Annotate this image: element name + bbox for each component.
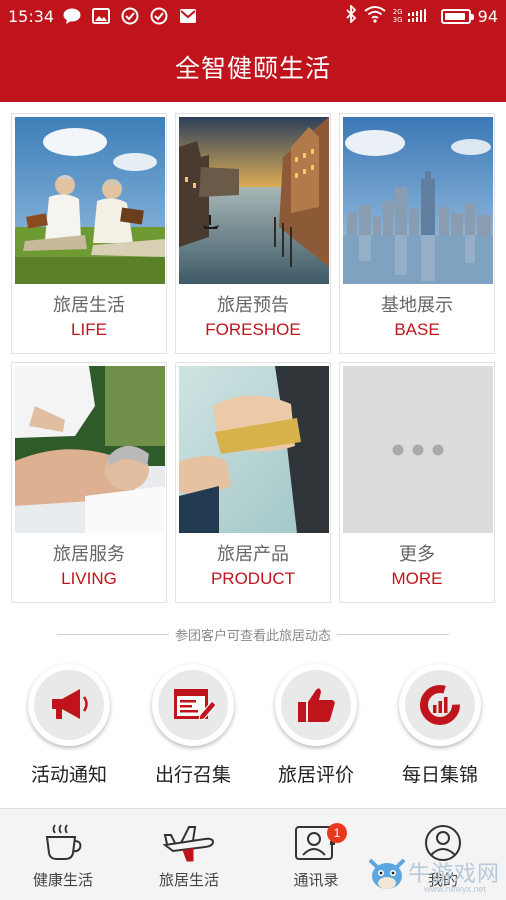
thumbs-up-icon <box>281 670 351 740</box>
foreshoe-image <box>179 117 329 284</box>
card-subtitle: LIFE <box>71 320 107 339</box>
airplane-icon <box>126 821 252 865</box>
card-title: 更多 <box>399 544 435 565</box>
card-subtitle: FORESHOE <box>205 320 301 339</box>
feature-circle <box>152 664 234 746</box>
feature-circle <box>28 664 110 746</box>
life-image <box>15 117 165 284</box>
feature-circle <box>275 664 357 746</box>
battery-icon <box>440 8 474 24</box>
tab-label: 健康生活 <box>32 871 93 889</box>
card-title: 旅居预告 <box>217 295 289 316</box>
page-title: 全智健颐生活 <box>174 54 331 83</box>
card-foreshoe[interactable]: 旅居预告 FORESHOE <box>175 113 331 354</box>
coffee-cup-icon <box>0 821 126 865</box>
more-placeholder <box>343 366 493 533</box>
divider-line <box>337 633 449 635</box>
feature-label: 出行召集 <box>154 764 231 786</box>
signal-icon: 2G 3G <box>393 8 434 24</box>
watermark-url: www.newyx.net <box>424 884 487 894</box>
tab-label: 旅居生活 <box>158 871 219 889</box>
mail-icon <box>178 7 198 25</box>
feature-label: 活动通知 <box>30 764 107 786</box>
card-subtitle: LIVING <box>61 569 117 588</box>
card-title: 旅居生活 <box>53 295 125 316</box>
card-title: 旅居产品 <box>217 544 289 565</box>
feature-label: 每日集锦 <box>401 764 478 786</box>
card-title: 旅居服务 <box>53 544 125 565</box>
chart-donut-icon <box>405 670 475 740</box>
card-life[interactable]: 旅居生活 LIFE <box>11 113 167 354</box>
megaphone-icon <box>34 670 104 740</box>
image-notification-icon <box>91 7 111 25</box>
tab-label: 通讯录 <box>293 871 339 889</box>
card-subtitle: PRODUCT <box>210 569 296 588</box>
feature-daily-highlights[interactable]: 每日集锦 <box>377 664 503 787</box>
feature-travel-gather[interactable]: 出行召集 <box>130 664 256 787</box>
battery-percent: 94 <box>477 6 498 26</box>
divider-line <box>56 633 169 635</box>
wifi-icon <box>364 5 386 27</box>
more-dots-icon <box>392 444 444 456</box>
product-image <box>179 366 329 533</box>
living-image <box>15 366 165 533</box>
divider-text: 参团客户可查看此旅居动态 <box>174 628 331 644</box>
title-bar: 全智健颐生活 <box>0 32 506 102</box>
tab-health-life[interactable]: 健康生活 <box>0 821 126 890</box>
card-living[interactable]: 旅居服务 LIVING <box>11 362 167 603</box>
browser-edit-icon <box>158 670 228 740</box>
watermark: 牛游戏网 www.newyx.net <box>364 850 506 898</box>
feature-circle <box>399 664 481 746</box>
category-grid: 旅居生活 LIFE 旅居预告 FORESHOE 基地展示 BASE 旅居服务 L… <box>11 113 495 603</box>
feature-label: 旅居评价 <box>277 764 354 786</box>
contacts-icon <box>253 821 379 865</box>
status-time: 15:34 <box>8 6 55 26</box>
card-subtitle: MORE <box>391 569 443 588</box>
card-subtitle: BASE <box>394 320 440 339</box>
check-circle-icon <box>120 7 140 25</box>
feature-travel-review[interactable]: 旅居评价 <box>253 664 379 787</box>
card-title: 基地展示 <box>381 295 453 316</box>
cow-mascot-icon <box>368 858 406 889</box>
section-divider: 参团客户可查看此旅居动态 <box>0 624 506 644</box>
card-product[interactable]: 旅居产品 PRODUCT <box>175 362 331 603</box>
tab-contacts[interactable]: 通讯录 1 <box>253 821 379 890</box>
card-base[interactable]: 基地展示 BASE <box>339 113 495 354</box>
feature-activity-notice[interactable]: 活动通知 <box>6 664 132 787</box>
status-bar: 15:34 2G 3G 94 <box>0 0 506 32</box>
notification-badge: 1 <box>327 823 347 843</box>
chat-bubble-icon <box>62 7 82 25</box>
tab-travel-life[interactable]: 旅居生活 <box>126 821 252 890</box>
card-more[interactable]: 更多 MORE <box>339 362 495 603</box>
bluetooth-icon <box>345 3 357 27</box>
battery-level <box>444 12 466 20</box>
signal-label: 2G 3G <box>392 8 403 24</box>
check-circle-icon <box>149 7 169 25</box>
base-image <box>343 117 493 284</box>
feature-shortcuts: 活动通知 出行召集 旅居评价 每日集锦 <box>0 664 506 794</box>
